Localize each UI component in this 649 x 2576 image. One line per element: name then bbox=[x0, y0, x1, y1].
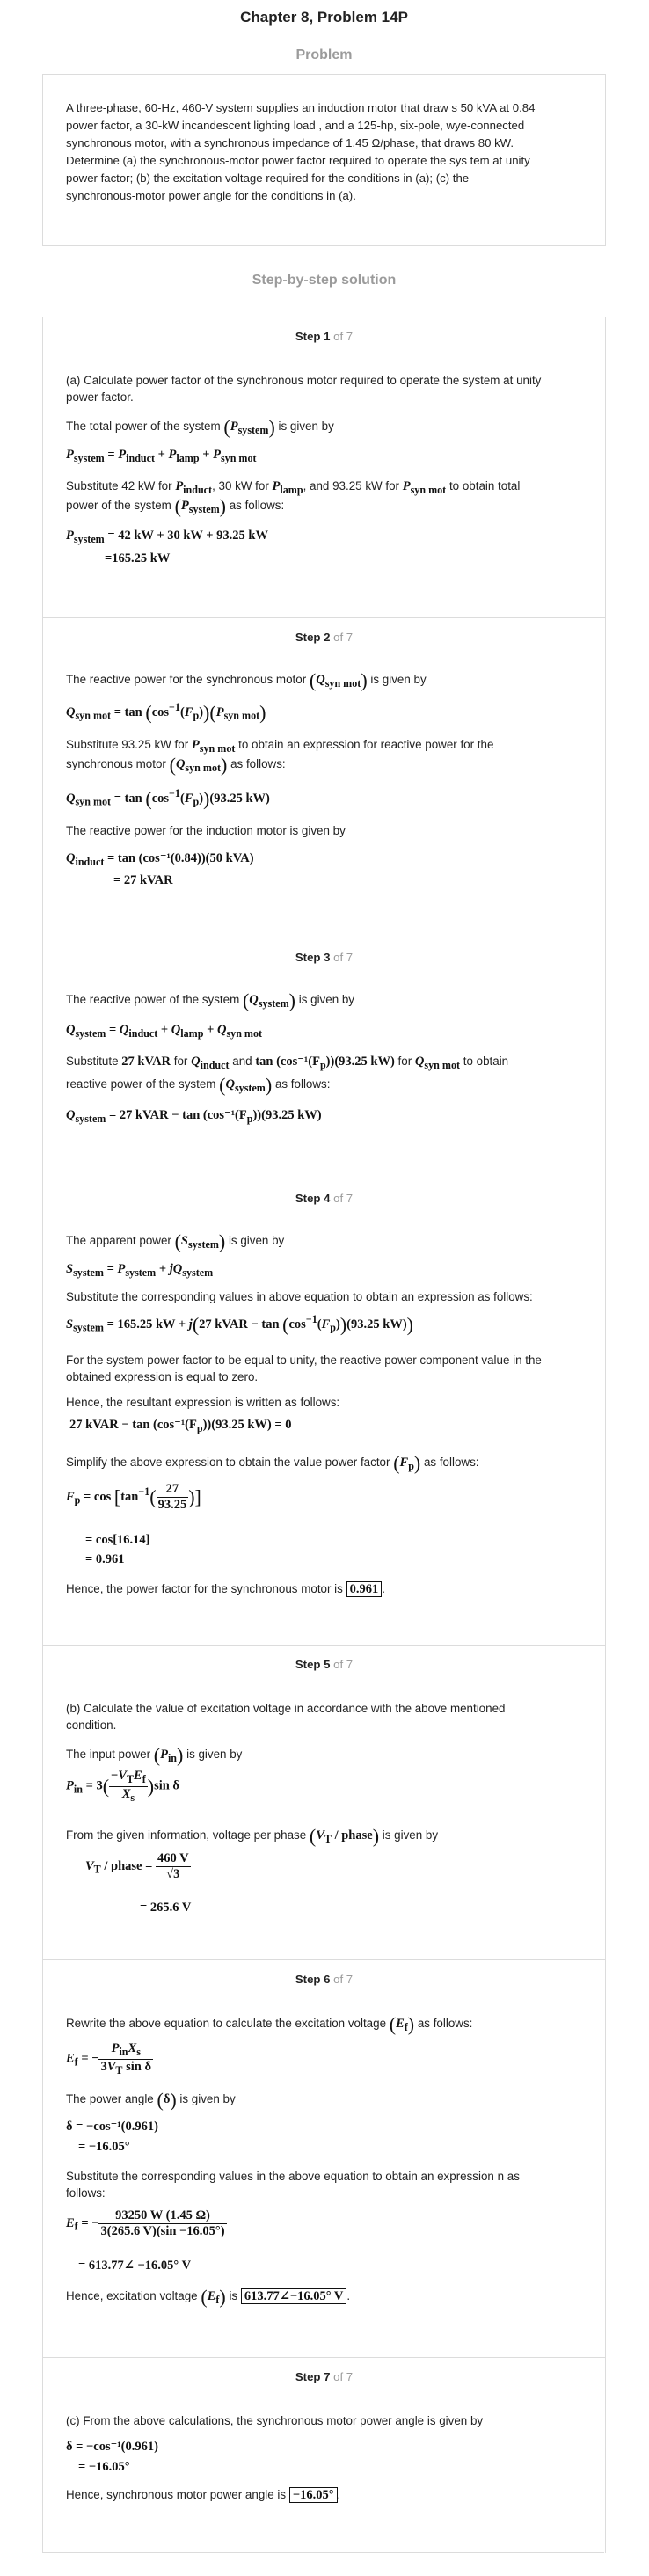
equation: = 613.77∠ −16.05° V bbox=[78, 2259, 192, 2273]
text: Substitute 42 kW for bbox=[66, 479, 172, 493]
problem-line: Determine (a) the synchronous-motor powe… bbox=[66, 154, 530, 167]
problem-line: synchronous-motor power angle for the co… bbox=[66, 189, 356, 202]
text: Substitute bbox=[66, 1054, 119, 1068]
text: The reactive power for the synchronous m… bbox=[66, 673, 307, 686]
steps-bottom-border bbox=[42, 2552, 604, 2553]
text: The input power bbox=[66, 1748, 151, 1761]
problem-line: power factor; (b) the excitation voltage… bbox=[66, 171, 470, 185]
step-title: Step 5 of 7 bbox=[295, 1658, 354, 1671]
step-4: Step 4 of 7 The apparent power (Ssystem)… bbox=[42, 1179, 606, 1646]
step-title: Step 4 of 7 bbox=[295, 1192, 354, 1205]
text: Simplify the above expression to obtain … bbox=[66, 1456, 390, 1469]
text: is given by bbox=[278, 420, 334, 433]
page-title: Chapter 8, Problem 14P bbox=[240, 9, 408, 26]
text: reactive power of the system bbox=[66, 1077, 216, 1091]
text: Hence, synchronous motor power angle is bbox=[66, 2488, 287, 2501]
text: (a) Calculate power factor of the synchr… bbox=[66, 374, 542, 387]
text: The reactive power for the induction mot… bbox=[66, 824, 346, 837]
text: For the system power factor to be equal … bbox=[66, 1354, 542, 1367]
equation: = −16.05° bbox=[78, 2140, 130, 2154]
text: Rewrite the above equation to calculate … bbox=[66, 2017, 387, 2030]
equation: Qsystem = Qinduct + Qlamp + Qsyn mot bbox=[66, 1023, 263, 1040]
problem-line: synchronous motor, with a synchronous im… bbox=[66, 136, 514, 150]
equation: Psystem = 42 kW + 30 kW + 93.25 kW bbox=[66, 529, 268, 545]
equation: 27 kVAR − tan (cos⁻¹(Fp))(93.25 kW) = 0 bbox=[69, 1418, 292, 1434]
step-5: Step 5 of 7 (b) Calculate the value of e… bbox=[42, 1645, 606, 1960]
step-title: Step 1 of 7 bbox=[295, 330, 354, 343]
answer-box: 0.961 bbox=[346, 1581, 383, 1597]
step-title: Step 3 of 7 bbox=[295, 951, 354, 964]
text: Substitute the corresponding values in t… bbox=[66, 2170, 520, 2183]
step-2: Step 2 of 7 The reactive power for the s… bbox=[42, 617, 606, 938]
step-7: Step 7 of 7 (c) From the above calculati… bbox=[42, 2357, 606, 2553]
text: power factor. bbox=[66, 390, 134, 404]
equation: Psystem = Pinduct + Plamp + Psyn mot bbox=[66, 448, 257, 464]
text: condition. bbox=[66, 1719, 117, 1732]
text: Substitute 93.25 kW for bbox=[66, 738, 189, 751]
equation: Qinduct = tan (cos⁻¹(0.84))(50 kVA) bbox=[66, 851, 254, 868]
equation: = 27 kVAR bbox=[113, 873, 173, 887]
problem-text: A three-phase, 60-Hz, 460-V system suppl… bbox=[43, 99, 605, 205]
equation: Ef = −93250 W (1.45 Ω) 3(265.6 V)(sin −16… bbox=[66, 2208, 227, 2238]
equation: Ssystem = Psystem + jQsystem bbox=[66, 1262, 214, 1279]
equation: Pin = 3(−VTEf Xs)sin δ bbox=[66, 1769, 179, 1804]
equation: =165.25 kW bbox=[105, 551, 171, 566]
text: Hence, the power factor for the synchron… bbox=[66, 1582, 343, 1595]
text: Substitute the corresponding values in a… bbox=[66, 1290, 533, 1303]
text: The reactive power of the system bbox=[66, 993, 240, 1006]
equation: δ = −cos⁻¹(0.961) bbox=[66, 2120, 158, 2134]
equation: Fp = cos [tan−1(27 93.25)] bbox=[66, 1482, 201, 1512]
text: obtained expression is equal to zero. bbox=[66, 1370, 259, 1383]
text: The total power of the system bbox=[66, 420, 221, 433]
text: (c) From the above calculations, the syn… bbox=[66, 2414, 484, 2427]
step-3: Step 3 of 7 The reactive power of the sy… bbox=[42, 938, 606, 1179]
equation: Ssystem = 165.25 kW + j(27 kVAR − tan (c… bbox=[66, 1313, 413, 1336]
equation: = 265.6 V bbox=[140, 1901, 192, 1915]
text: synchronous motor bbox=[66, 757, 166, 770]
equation: δ = −cos⁻¹(0.961) bbox=[66, 2440, 158, 2454]
equation: = 0.961 bbox=[85, 1552, 125, 1566]
equation: VT / phase = 460 V √3 bbox=[85, 1851, 191, 1881]
equation: = cos[16.14] bbox=[85, 1533, 150, 1547]
text: (b) Calculate the value of excitation vo… bbox=[66, 1702, 506, 1715]
answer-box: 613.77∠−16.05° V bbox=[240, 2288, 347, 2304]
answer-box: −16.05° bbox=[288, 2487, 338, 2503]
step-6: Step 6 of 7 Rewrite the above equation t… bbox=[42, 1959, 606, 2358]
equation: Ef = − PinXs 3VT sin δ bbox=[66, 2041, 153, 2076]
text: Hence, the resultant expression is writt… bbox=[66, 1396, 340, 1409]
problem-box: A three-phase, 60-Hz, 460-V system suppl… bbox=[42, 74, 606, 246]
equation: Qsystem = 27 kVAR − tan (cos⁻¹(Fp))(93.2… bbox=[66, 1108, 322, 1125]
text: follows: bbox=[66, 2186, 106, 2200]
equation: Qsyn mot = tan (cos−1(Fp))(Psyn mot) bbox=[66, 701, 266, 724]
equation: Qsyn mot = tan (cos−1(Fp))(93.25 kW) bbox=[66, 787, 270, 810]
step-title: Step 7 of 7 bbox=[295, 2370, 354, 2383]
step-1: Step 1 of 7 (a) Calculate power factor o… bbox=[42, 317, 606, 618]
problem-line: power factor, a 30-kW incandescent light… bbox=[66, 119, 525, 132]
text: The power angle bbox=[66, 2092, 154, 2105]
problem-label: Problem bbox=[295, 47, 353, 62]
problem-line: A three-phase, 60-Hz, 460-V system suppl… bbox=[66, 101, 536, 114]
step-title: Step 6 of 7 bbox=[295, 1973, 354, 1986]
text: power of the system bbox=[66, 499, 171, 512]
equation: = −16.05° bbox=[78, 2460, 130, 2474]
step-title: Step 2 of 7 bbox=[295, 631, 354, 644]
text: The apparent power bbox=[66, 1234, 171, 1247]
text: From the given information, voltage per … bbox=[66, 1828, 307, 1842]
solution-label: Step-by-step solution bbox=[252, 273, 397, 288]
text: Hence, excitation voltage bbox=[66, 2289, 198, 2302]
